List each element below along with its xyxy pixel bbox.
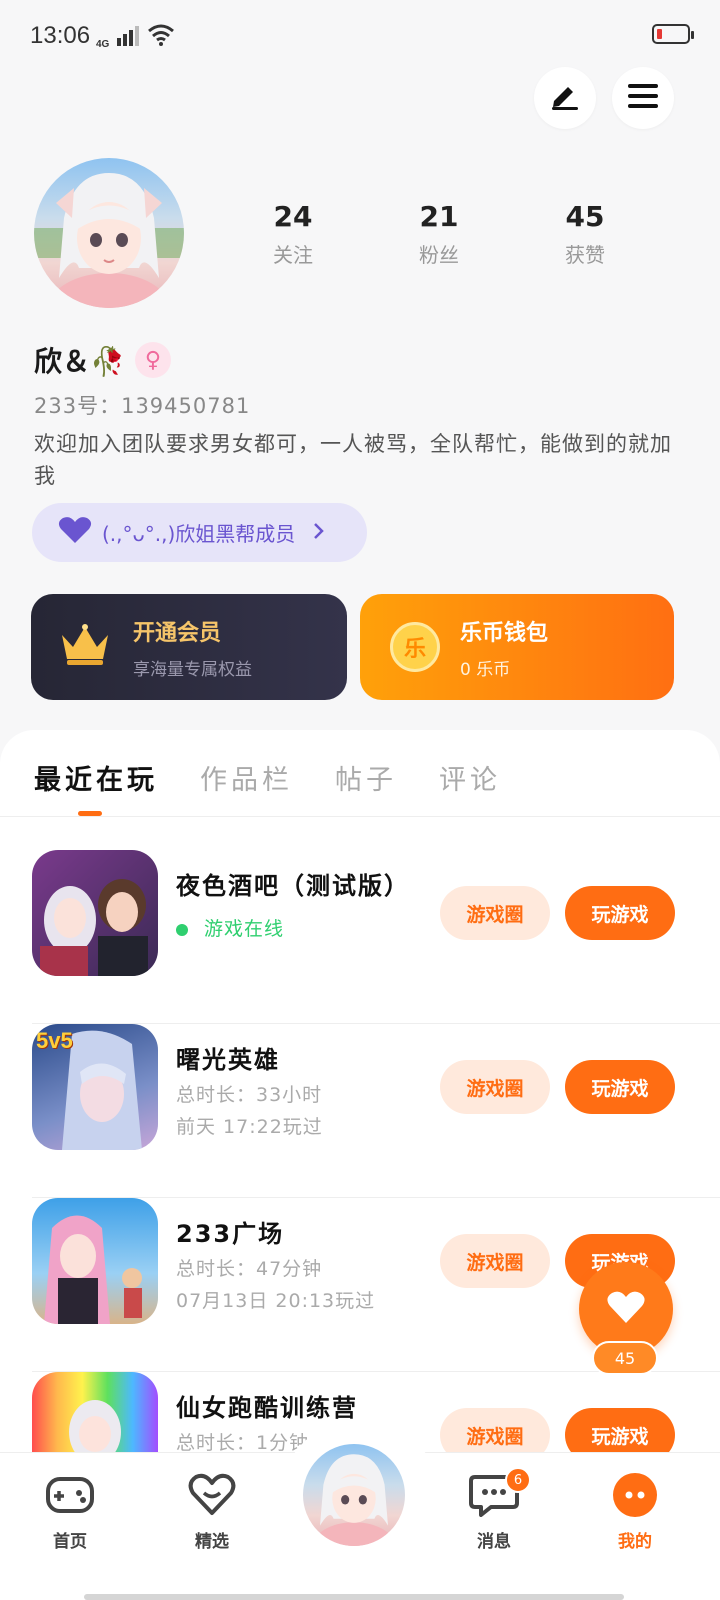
tabs-divider (0, 816, 720, 817)
game-playtime: 总时长：33小时 (176, 1084, 323, 1106)
coin-icon: 乐 (390, 622, 440, 672)
stat-label: 获赞 (565, 243, 605, 267)
chevron-right-icon (313, 521, 325, 545)
game-icon (32, 1198, 158, 1324)
wifi-icon (147, 24, 175, 50)
game-row[interactable]: 夜色酒吧（测试版） 游戏在线 游戏圈 玩游戏 (32, 850, 720, 1024)
home-indicator (84, 1594, 624, 1600)
vip-card[interactable]: 开通会员 享海量专属权益 (31, 594, 347, 700)
club-label: (.,°ᴗ°.,)欣姐黑帮成员 (102, 522, 296, 546)
user-id: 233号：139450781 (34, 394, 251, 418)
game-badge: 5v5 (36, 1028, 73, 1053)
game-last-played: 07月13日 20:13玩过 (176, 1290, 376, 1312)
tab-comments[interactable]: 评论 (439, 758, 501, 797)
nav-label: 消息 (477, 1532, 511, 1552)
edit-profile-button[interactable] (534, 67, 596, 129)
stat-likes[interactable]: 45 获赞 (512, 200, 658, 268)
menu-button[interactable] (612, 67, 674, 129)
game-icon (32, 850, 158, 976)
online-dot-icon (176, 923, 188, 936)
center-avatar-button[interactable] (298, 1439, 410, 1551)
vip-subtitle: 享海量专属权益 (133, 659, 252, 680)
wallet-subtitle: 0 乐币 (460, 659, 511, 680)
stat-followers[interactable]: 21 粉丝 (366, 200, 512, 268)
nav-label: 我的 (618, 1532, 652, 1552)
nav-mine[interactable]: 我的 (585, 1473, 685, 1552)
game-circle-button[interactable]: 游戏圈 (440, 1234, 550, 1288)
tab-recently-played[interactable]: 最近在玩 (34, 758, 158, 797)
nav-home[interactable]: 首页 (20, 1473, 120, 1552)
status-time: 13:06 (30, 22, 91, 49)
nav-label: 精选 (195, 1532, 229, 1552)
profile-avatar[interactable] (34, 158, 184, 308)
tab-works[interactable]: 作品栏 (200, 758, 293, 797)
game-name: 233广场 (176, 1220, 285, 1248)
stat-value: 21 (419, 200, 459, 233)
heart-outline-icon (187, 1473, 237, 1521)
nav-featured[interactable]: 精选 (162, 1473, 262, 1552)
stat-label: 关注 (273, 243, 313, 267)
profile-face-icon (613, 1473, 657, 1517)
coin-char: 乐 (403, 637, 426, 662)
chat-bubble-icon: 6 (469, 1467, 531, 1521)
hamburger-menu-icon (628, 83, 658, 113)
game-playtime: 总时长：1分钟 (176, 1432, 310, 1454)
like-count: 45 (592, 1341, 658, 1375)
battery-icon (652, 24, 694, 44)
game-circle-button[interactable]: 游戏圈 (440, 1060, 550, 1114)
stat-value: 24 (273, 200, 313, 233)
game-status: 游戏在线 (176, 914, 284, 941)
bio: 欢迎加入团队要求男女都可，一人被骂，全队帮忙，能做到的就加我 (34, 432, 672, 488)
stat-label: 粉丝 (419, 243, 459, 267)
bottom-nav: 首页 精选 6 消息 我的 (0, 1419, 720, 1600)
nav-messages[interactable]: 6 消息 (444, 1467, 544, 1552)
heart-icon (58, 516, 92, 549)
game-playtime: 总时长：47分钟 (176, 1258, 323, 1280)
game-name: 仙女跑酷训练营 (176, 1394, 358, 1422)
stat-value: 45 (565, 200, 605, 233)
play-game-button[interactable]: 玩游戏 (565, 886, 675, 940)
stat-following[interactable]: 24 关注 (220, 200, 366, 268)
online-text: 游戏在线 (204, 918, 285, 940)
signal-icon (117, 26, 140, 50)
wallet-title: 乐币钱包 (460, 620, 549, 646)
avatar-illustration (34, 173, 184, 308)
status-bar: 13:06 4G (0, 0, 720, 70)
nickname-row: 欣＆🥀 ♀ (34, 340, 171, 380)
play-game-button[interactable]: 玩游戏 (565, 1060, 675, 1114)
profile-stats: 24 关注 21 粉丝 45 获赞 (220, 200, 660, 268)
tab-posts[interactable]: 帖子 (335, 758, 397, 797)
gamepad-icon (45, 1477, 95, 1521)
profile-tabs: 最近在玩 作品栏 帖子 评论 (34, 758, 501, 797)
game-circle-button[interactable]: 游戏圈 (440, 886, 550, 940)
game-last-played: 前天 17:22玩过 (176, 1116, 323, 1138)
status-icons: 4G (96, 24, 175, 50)
club-membership-pill[interactable]: (.,°ᴗ°.,)欣姐黑帮成员 (32, 503, 367, 562)
game-name: 曙光英雄 (176, 1046, 280, 1074)
avatar-illustration (313, 1454, 395, 1546)
network-type: 4G (96, 39, 110, 50)
game-row[interactable]: 5v5 曙光英雄 总时长：33小时 前天 17:22玩过 游戏圈 玩游戏 (32, 1024, 720, 1198)
pen-icon (549, 81, 581, 115)
wallet-card[interactable]: 乐 乐币钱包 0 乐币 (360, 594, 674, 700)
female-gender-icon: ♀ (134, 342, 171, 378)
nav-label: 首页 (53, 1532, 87, 1552)
heart-icon (606, 1290, 646, 1328)
nickname: 欣＆🥀 (34, 345, 125, 378)
messages-badge: 6 (505, 1467, 531, 1493)
vip-title: 开通会员 (133, 620, 222, 646)
game-icon: 5v5 (32, 1024, 158, 1150)
game-name: 夜色酒吧（测试版） (176, 872, 410, 900)
crown-icon (59, 623, 111, 671)
